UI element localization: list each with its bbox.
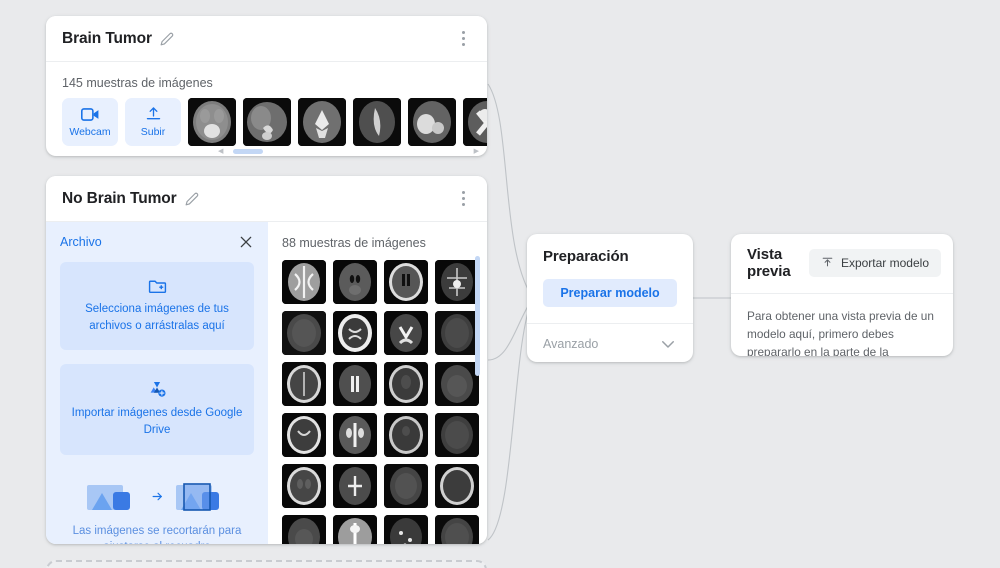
training-body: Preparación Preparar modelo [527,234,693,323]
sample-thumbnail[interactable] [243,98,291,146]
sample-thumbnail[interactable] [408,98,456,146]
file-panel-header: Archivo [60,234,254,250]
google-drive-add-icon [70,380,244,398]
sample-thumbnail[interactable] [384,464,428,508]
sample-thumbnail[interactable] [188,98,236,146]
scroll-track[interactable] [231,148,465,154]
image-before-icon [86,484,130,510]
sample-thumbnail[interactable] [282,362,326,406]
google-drive-text: Importar imágenes desde Google Drive [71,407,243,437]
upload-button[interactable]: Subir [125,98,181,146]
arrow-right-icon [152,492,162,501]
sample-thumbnail[interactable] [333,260,377,304]
kebab-menu-icon[interactable] [453,28,473,50]
image-after-icon [175,482,219,511]
preview-title: Vista previa [747,246,791,281]
chevron-down-icon[interactable] [659,335,677,353]
scroll-thumb[interactable] [475,256,480,376]
samples-panel: 88 muestras de imágenes [268,222,487,544]
vertical-scrollbar[interactable] [475,256,480,528]
advanced-label: Avanzado [543,336,599,351]
kebab-menu-icon[interactable] [453,188,473,210]
export-upload-icon [821,255,834,271]
scroll-right-arrow[interactable]: ▶ [474,148,479,155]
close-icon[interactable] [238,234,254,250]
class-card-header: Brain Tumor [46,16,487,62]
class-card-brain-tumor[interactable]: Brain Tumor 145 muestras de imágenes Web… [46,16,487,156]
scroll-thumb[interactable] [233,148,264,154]
preview-body: Para obtener una vista previa de un mode… [731,294,953,357]
sample-thumbnail[interactable] [435,413,479,457]
preview-message: Para obtener una vista previa de un mode… [747,308,934,357]
sample-thumbnail[interactable] [463,98,487,146]
scroll-left-arrow[interactable]: ◀ [218,148,223,155]
training-title: Preparación [543,248,629,265]
sample-thumbnail[interactable] [435,260,479,304]
sample-thumbnail[interactable] [384,260,428,304]
sample-thumbnail[interactable] [384,362,428,406]
preview-card: Vista previa Exportar modelo Para obtene… [731,234,953,356]
file-upload-panel: Archivo Selecciona imágenes de tus archi… [46,222,268,544]
class-card-header: No Brain Tumor [46,176,487,222]
advanced-section[interactable]: Avanzado [527,323,693,362]
sample-thumbnail[interactable] [384,311,428,355]
add-class-card[interactable] [46,560,487,568]
sample-thumbnail[interactable] [282,260,326,304]
sample-thumbnail[interactable] [435,362,479,406]
sample-thumbnail[interactable] [333,362,377,406]
pencil-icon[interactable] [160,32,174,46]
upload-label: Subir [140,126,166,138]
sample-thumbnail[interactable] [384,515,428,544]
sample-thumbnail[interactable] [435,464,479,508]
samples-count-label: 88 muestras de imágenes [282,236,426,250]
sample-thumbnail[interactable] [333,515,377,544]
preview-header: Vista previa Exportar modelo [731,234,953,294]
sample-thumbnail[interactable] [282,515,326,544]
sample-thumbnail[interactable] [333,413,377,457]
crop-hint: Las imágenes se recortarán para ajustars… [60,469,254,544]
file-panel-title: Archivo [60,235,102,249]
sample-thumbnail[interactable] [298,98,346,146]
horizontal-scrollbar[interactable]: ◀ ▶ [218,146,479,156]
sample-thumbnail[interactable] [282,413,326,457]
google-drive-import[interactable]: Importar imágenes desde Google Drive [60,364,254,455]
class-title[interactable]: No Brain Tumor [62,190,177,208]
class-card-no-brain-tumor[interactable]: No Brain Tumor Archivo Selecciona imágen… [46,176,487,544]
sample-thumbnail[interactable] [333,311,377,355]
crop-note-text: Las imágenes se recortarán para ajustars… [72,524,242,544]
folder-add-icon [70,278,244,294]
class-title[interactable]: Brain Tumor [62,30,152,48]
file-drop-zone[interactable]: Selecciona imágenes de tus archivos o ar… [60,262,254,351]
sample-thumbnail[interactable] [353,98,401,146]
webcam-label: Webcam [69,125,111,138]
training-card: Preparación Preparar modelo Avanzado [527,234,693,362]
sample-thumbnail[interactable] [282,311,326,355]
export-model-button[interactable]: Exportar modelo [808,249,941,278]
sample-thumbnail[interactable] [333,464,377,508]
sample-thumbnail[interactable] [384,413,428,457]
samples-grid [282,260,487,544]
teachable-machine-canvas: Brain Tumor 145 muestras de imágenes Web… [0,0,1000,568]
pencil-icon[interactable] [185,192,199,206]
webcam-button[interactable]: Webcam [62,98,118,146]
crop-illustration [60,481,254,513]
file-drop-text: Selecciona imágenes de tus archivos o ar… [85,303,229,332]
sample-thumbnail[interactable] [435,515,479,544]
samples-count-label: 145 muestras de imágenes [62,76,213,90]
train-model-button[interactable]: Preparar modelo [543,279,677,307]
samples-strip: Webcam Subir ◀ ▶ [46,98,487,155]
sample-thumbnail[interactable] [435,311,479,355]
sample-thumbnail[interactable] [282,464,326,508]
export-label: Exportar modelo [840,256,929,271]
